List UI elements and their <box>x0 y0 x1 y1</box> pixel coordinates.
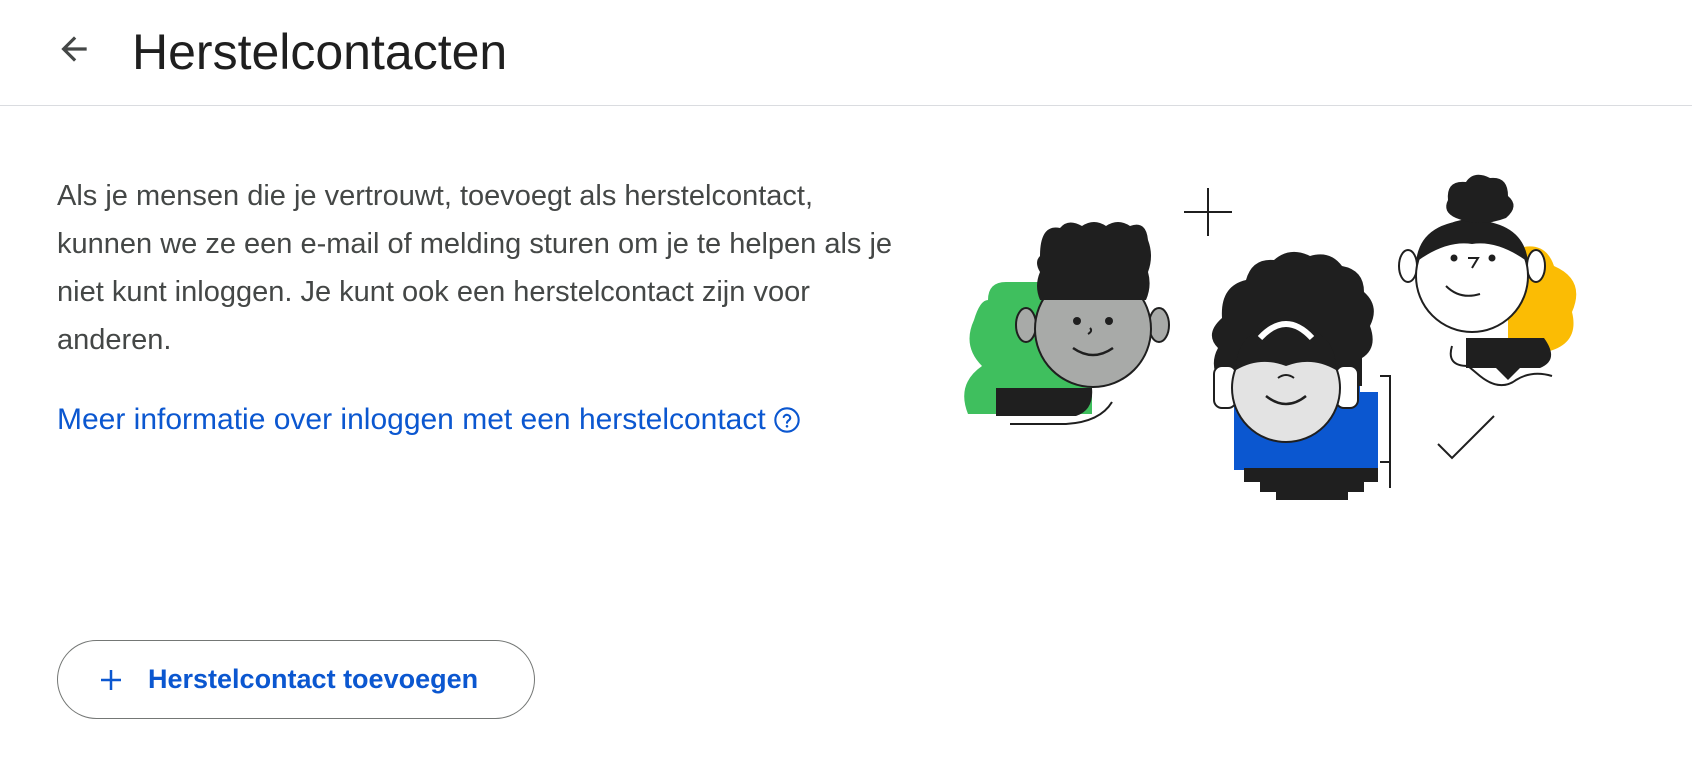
person-right-figure <box>1398 174 1577 387</box>
page-header: Herstelcontacten <box>0 0 1692 106</box>
sparkle-cross <box>1184 188 1232 236</box>
arrow-back-icon <box>55 30 93 73</box>
description-text: Als je mensen die je vertrouwt, toevoegt… <box>57 180 893 356</box>
check-mark <box>1437 415 1495 460</box>
help-circle-icon <box>773 406 801 434</box>
page-title: Herstelcontacten <box>132 24 508 80</box>
learn-more-label: Meer informatie over inloggen met een he… <box>57 403 766 436</box>
add-recovery-contact-label: Herstelcontact toevoegen <box>148 664 479 694</box>
recovery-contacts-illustration <box>960 170 1600 502</box>
person-left-figure <box>964 222 1170 425</box>
add-recovery-contact-button[interactable]: Herstelcontact toevoegen <box>57 640 535 719</box>
person-center-figure <box>1211 251 1391 502</box>
learn-more-link[interactable]: Meer informatie over inloggen met een he… <box>57 396 801 444</box>
plus-icon <box>96 665 126 695</box>
recovery-contacts-page: Herstelcontacten Als je mensen die je ve… <box>0 0 1692 770</box>
back-button[interactable] <box>48 25 100 77</box>
